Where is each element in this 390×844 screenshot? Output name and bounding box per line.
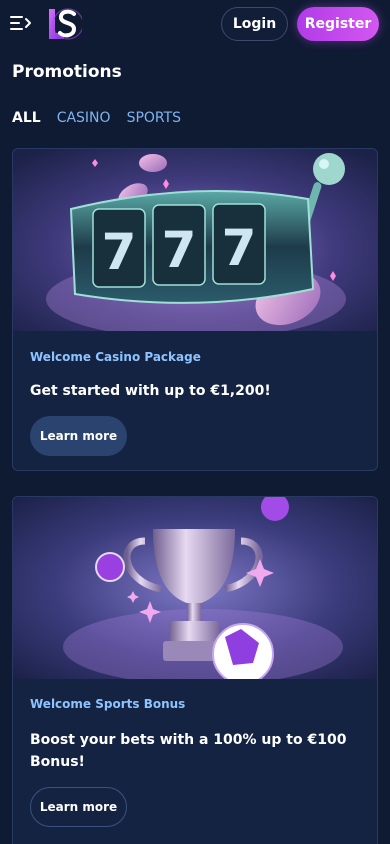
menu-collapse-icon[interactable] bbox=[10, 13, 32, 33]
page-title: Promotions bbox=[12, 62, 122, 82]
svg-text:7: 7 bbox=[222, 219, 257, 277]
register-button[interactable]: Register bbox=[297, 7, 379, 41]
slot-machine-image: 7 7 7 bbox=[13, 149, 377, 331]
promotion-headline: Get started with up to €1,200! bbox=[30, 383, 271, 399]
svg-text:7: 7 bbox=[162, 221, 197, 279]
login-button[interactable]: Login bbox=[221, 7, 288, 41]
tab-all[interactable]: ALL bbox=[12, 110, 41, 126]
promotion-category: Welcome Casino Package bbox=[30, 350, 201, 364]
promotion-headline: Boost your bets with a 100% up to €100 B… bbox=[30, 732, 347, 770]
promotion-card-sports[interactable]: Welcome Sports Bonus Boost your bets wit… bbox=[12, 496, 378, 844]
promotion-card-casino[interactable]: 7 7 7 Welcome Casino Package Get started… bbox=[12, 148, 378, 471]
learn-more-button[interactable]: Learn more bbox=[30, 787, 127, 827]
learn-more-button[interactable]: Learn more bbox=[30, 416, 127, 456]
tab-casino[interactable]: CASINO bbox=[57, 110, 111, 126]
brand-logo[interactable] bbox=[44, 6, 82, 42]
promotion-category: Welcome Sports Bonus bbox=[30, 697, 186, 711]
svg-text:7: 7 bbox=[102, 223, 137, 281]
top-bar: Login Register bbox=[0, 0, 390, 50]
trophy-image bbox=[13, 497, 377, 679]
promotion-filter-tabs: ALL CASINO SPORTS bbox=[12, 110, 197, 126]
tab-sports[interactable]: SPORTS bbox=[127, 110, 182, 126]
